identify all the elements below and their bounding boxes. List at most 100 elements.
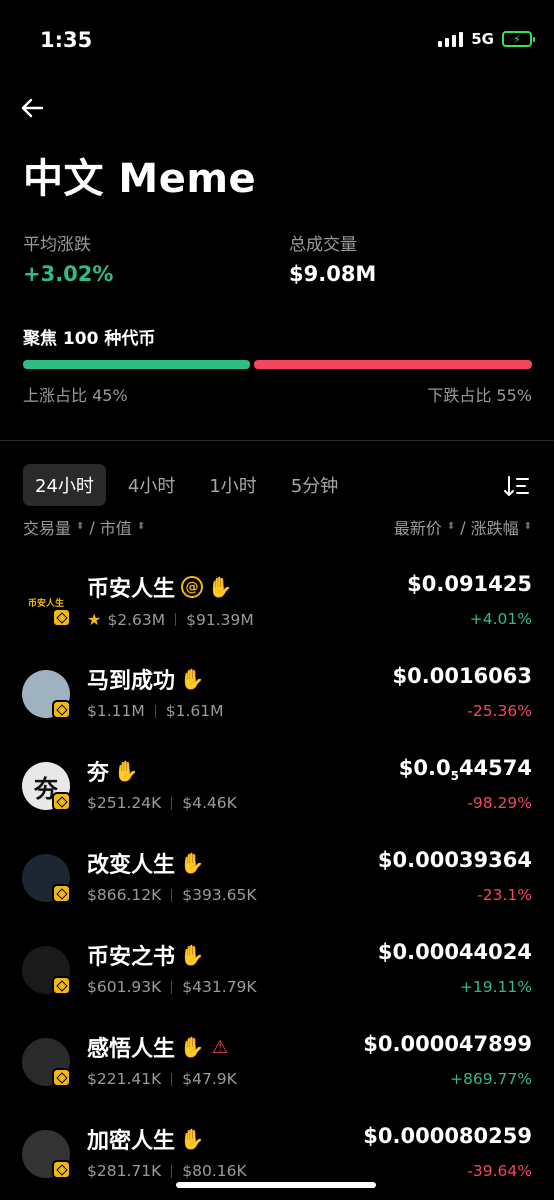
token-market-cap: $4.46K — [182, 794, 237, 812]
battery-icon: ⚡ — [502, 31, 535, 47]
sort-price[interactable]: 最新价 — [394, 515, 442, 539]
token-name-line: 加密人生 ✋ — [87, 1123, 205, 1155]
tab-24h[interactable]: 24小时 — [23, 464, 106, 506]
bnb-chain-icon — [52, 976, 71, 995]
sort-icon — [504, 476, 529, 496]
token-name-line: 币安之书 ✋ — [87, 939, 204, 971]
bnb-chain-icon — [52, 1068, 71, 1087]
volume-value: $9.08M — [289, 262, 377, 286]
down-ratio-label: 下跌占比 55% — [427, 386, 532, 405]
token-market-cap: $47.9K — [182, 1070, 237, 1088]
signal-icon — [438, 31, 464, 47]
status-icons: 5G ⚡ — [438, 30, 535, 48]
token-price: $0.000047899 — [363, 1032, 532, 1056]
stat-separator — [171, 1164, 173, 1178]
token-change: +869.77% — [450, 1070, 532, 1088]
status-time: 1:35 — [40, 28, 93, 52]
token-price: $0.000080259 — [363, 1124, 532, 1148]
token-name: 币安之书 — [87, 945, 176, 970]
tab-5m[interactable]: 5分钟 — [279, 464, 350, 506]
token-change: -25.36% — [467, 702, 532, 720]
column-sep: / — [89, 517, 95, 537]
mention-badge-icon: @ — [181, 576, 204, 598]
home-indicator — [176, 1182, 376, 1188]
token-stats: $1.11M $1.61M — [87, 702, 224, 720]
token-name: 币安人生 — [87, 577, 176, 602]
token-volume: $2.63M — [107, 610, 166, 629]
sort-arrows-icon: ⬍ — [136, 521, 146, 532]
token-row[interactable]: 夯夯 ✋ $251.24K $4.46K $0.0544574 -98.29% — [0, 744, 554, 836]
hand-badge-icon: ✋ — [179, 667, 205, 691]
token-row[interactable]: 马到成功 ✋ $1.11M $1.61M $0.0016063 -25.36% — [0, 652, 554, 744]
page-title: 中文 Meme — [23, 156, 257, 202]
token-stats: $601.93K $431.79K — [87, 978, 257, 996]
token-volume: $251.24K — [87, 794, 162, 812]
star-icon: ★ — [87, 610, 102, 629]
status-bar: 1:35 5G ⚡ — [0, 0, 554, 80]
token-name: 加密人生 — [87, 1129, 176, 1154]
token-stats: $866.12K $393.65K — [87, 886, 257, 904]
token-name-line: 感悟人生 ✋ ⚠ — [87, 1031, 231, 1063]
volume-label: 总成交量 — [289, 235, 357, 255]
stat-separator — [154, 704, 156, 718]
hand-badge-icon: ✋ — [179, 851, 205, 875]
avg-change-label: 平均涨跌 — [23, 235, 91, 255]
token-stats: ★ $2.63M $91.39M — [87, 610, 254, 629]
token-stats: $251.24K $4.46K — [87, 794, 237, 812]
token-change: -39.64% — [467, 1162, 532, 1180]
token-name-line: 改变人生 ✋ — [87, 847, 205, 879]
price-zero-count: 5 — [450, 769, 459, 784]
sort-change[interactable]: 涨跌幅 — [471, 515, 519, 539]
token-row[interactable]: 感悟人生 ✋ ⚠ $221.41K $47.9K $0.000047899 +869.77% — [0, 1020, 554, 1112]
token-row[interactable]: 币安之书 ✋ $601.93K $431.79K $0.00044024 +19.11% — [0, 928, 554, 1020]
token-price: $0.00044024 — [377, 940, 532, 964]
sort-volume[interactable]: 交易量 — [23, 515, 71, 539]
token-name: 感悟人生 — [87, 1037, 176, 1062]
token-name: 马到成功 — [87, 669, 176, 694]
token-change: +19.11% — [459, 978, 532, 996]
network-type: 5G — [471, 30, 494, 48]
token-volume: $866.12K — [87, 886, 162, 904]
token-price: $0.0544574 — [399, 756, 532, 783]
token-name: 夯 — [87, 761, 110, 786]
token-stats: $281.71K $80.16K — [87, 1162, 247, 1180]
price-tail: 44574 — [458, 756, 532, 780]
stat-separator — [171, 980, 173, 994]
token-row[interactable]: 改变人生 ✋ $866.12K $393.65K $0.00039364 -23.1% — [0, 836, 554, 928]
bnb-chain-icon — [52, 608, 71, 627]
column-sep: / — [460, 517, 466, 537]
sort-arrows-icon: ⬍ — [76, 521, 85, 532]
token-volume: $601.93K — [87, 978, 162, 996]
token-name: 改变人生 — [87, 853, 176, 878]
hand-badge-icon: ✋ — [113, 759, 139, 783]
token-change: +4.01% — [469, 610, 532, 628]
sort-mcap[interactable]: 市值 — [100, 515, 132, 539]
token-volume: $221.41K — [87, 1070, 162, 1088]
token-price: $0.0016063 — [392, 664, 532, 688]
token-market-cap: $1.61M — [165, 702, 224, 720]
divider — [0, 440, 554, 441]
token-stats: $221.41K $47.9K — [87, 1070, 237, 1088]
tab-1h[interactable]: 1小时 — [197, 464, 268, 506]
token-volume: $281.71K — [87, 1162, 162, 1180]
column-header-right: 最新价 ⬍ / 涨跌幅 ⬍ — [394, 515, 532, 539]
focus-label: 聚焦 100 种代币 — [23, 329, 156, 349]
warning-badge-icon: ⚠ — [211, 1036, 229, 1058]
token-price: $0.091425 — [407, 572, 532, 596]
tab-4h[interactable]: 4小时 — [116, 464, 187, 506]
token-price: $0.00039364 — [377, 848, 532, 872]
sort-arrows-icon: ⬍ — [446, 521, 456, 532]
time-tabs: 24小时 4小时 1小时 5分钟 — [23, 464, 360, 506]
token-row[interactable]: 币安人生 币安人生 @ ✋ ★ $2.63M $91.39M $0.091425 +4.01% — [0, 560, 554, 652]
stat-separator — [175, 613, 177, 626]
stat-separator — [171, 796, 173, 810]
bnb-chain-icon — [52, 700, 71, 719]
back-button[interactable] — [18, 92, 50, 124]
bnb-chain-icon — [52, 884, 71, 903]
ratio-bar — [23, 360, 532, 369]
token-name-line: 币安人生 @ ✋ — [87, 571, 233, 603]
hand-badge-icon: ✋ — [179, 1127, 205, 1151]
sort-order-button[interactable] — [504, 474, 530, 498]
hand-badge-icon: ✋ — [179, 1035, 205, 1059]
hand-badge-icon: ✋ — [207, 575, 233, 599]
